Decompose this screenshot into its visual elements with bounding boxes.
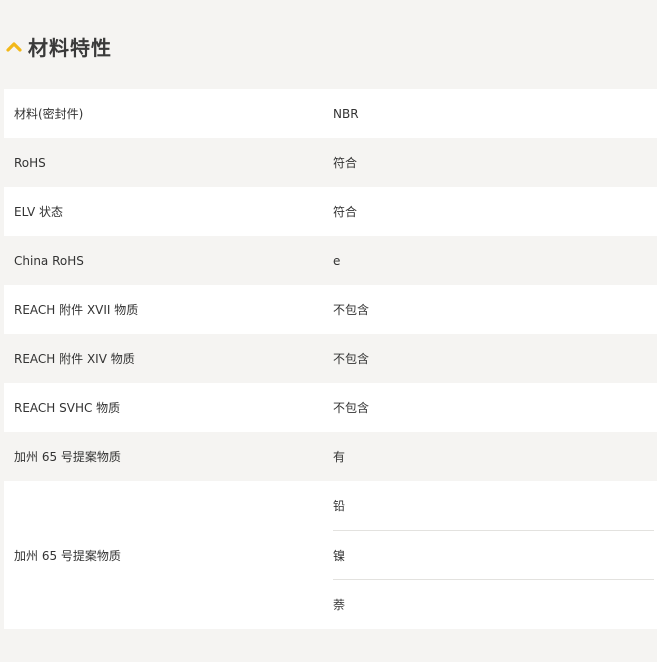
property-value: 不包含 (333, 352, 370, 366)
table-row: REACH SVHC 物质 不包含 (4, 383, 657, 432)
table-row: 加州 65 号提案物质 有 (4, 432, 657, 481)
property-value: 符合 (333, 205, 358, 219)
list-item: 铅 (333, 481, 654, 531)
property-label: China RoHS (14, 253, 84, 268)
property-value-list: 铅 镍 萘 (333, 481, 657, 629)
property-label: RoHS (14, 155, 46, 170)
table-row: REACH 附件 XVII 物质 不包含 (4, 285, 657, 334)
property-label: REACH 附件 XVII 物质 (14, 303, 139, 317)
property-label: REACH SVHC 物质 (14, 401, 121, 415)
chevron-up-icon[interactable] (2, 34, 26, 58)
list-item: 萘 (333, 598, 346, 613)
list-item: 镍 (333, 531, 654, 581)
property-value: 符合 (333, 156, 358, 170)
table-row: 材料(密封件) NBR (4, 89, 657, 138)
property-label: 加州 65 号提案物质 (14, 450, 121, 464)
table-row: ELV 状态 符合 (4, 187, 657, 236)
property-value: NBR (333, 106, 359, 121)
property-label: ELV 状态 (14, 205, 63, 219)
property-value: 不包含 (333, 303, 370, 317)
section-header[interactable]: 材料特性 (0, 28, 112, 64)
table-row: RoHS 符合 (4, 138, 657, 187)
property-value: e (333, 253, 341, 268)
properties-table: 材料(密封件) NBR RoHS 符合 ELV 状态 符合 China RoHS… (4, 89, 657, 629)
section-title: 材料特性 (28, 35, 112, 60)
property-label: 材料(密封件) (14, 107, 84, 121)
property-label: REACH 附件 XIV 物质 (14, 352, 135, 366)
material-properties-page: 材料特性 材料(密封件) NBR RoHS 符合 ELV 状态 符合 China… (0, 0, 657, 662)
table-row: China RoHS e (4, 236, 657, 285)
property-value: 不包含 (333, 401, 370, 415)
property-value: 有 (333, 450, 346, 464)
table-row-multi: 加州 65 号提案物质 铅 镍 萘 (4, 481, 657, 629)
property-label: 加州 65 号提案物质 (14, 548, 121, 563)
table-row: REACH 附件 XIV 物质 不包含 (4, 334, 657, 383)
